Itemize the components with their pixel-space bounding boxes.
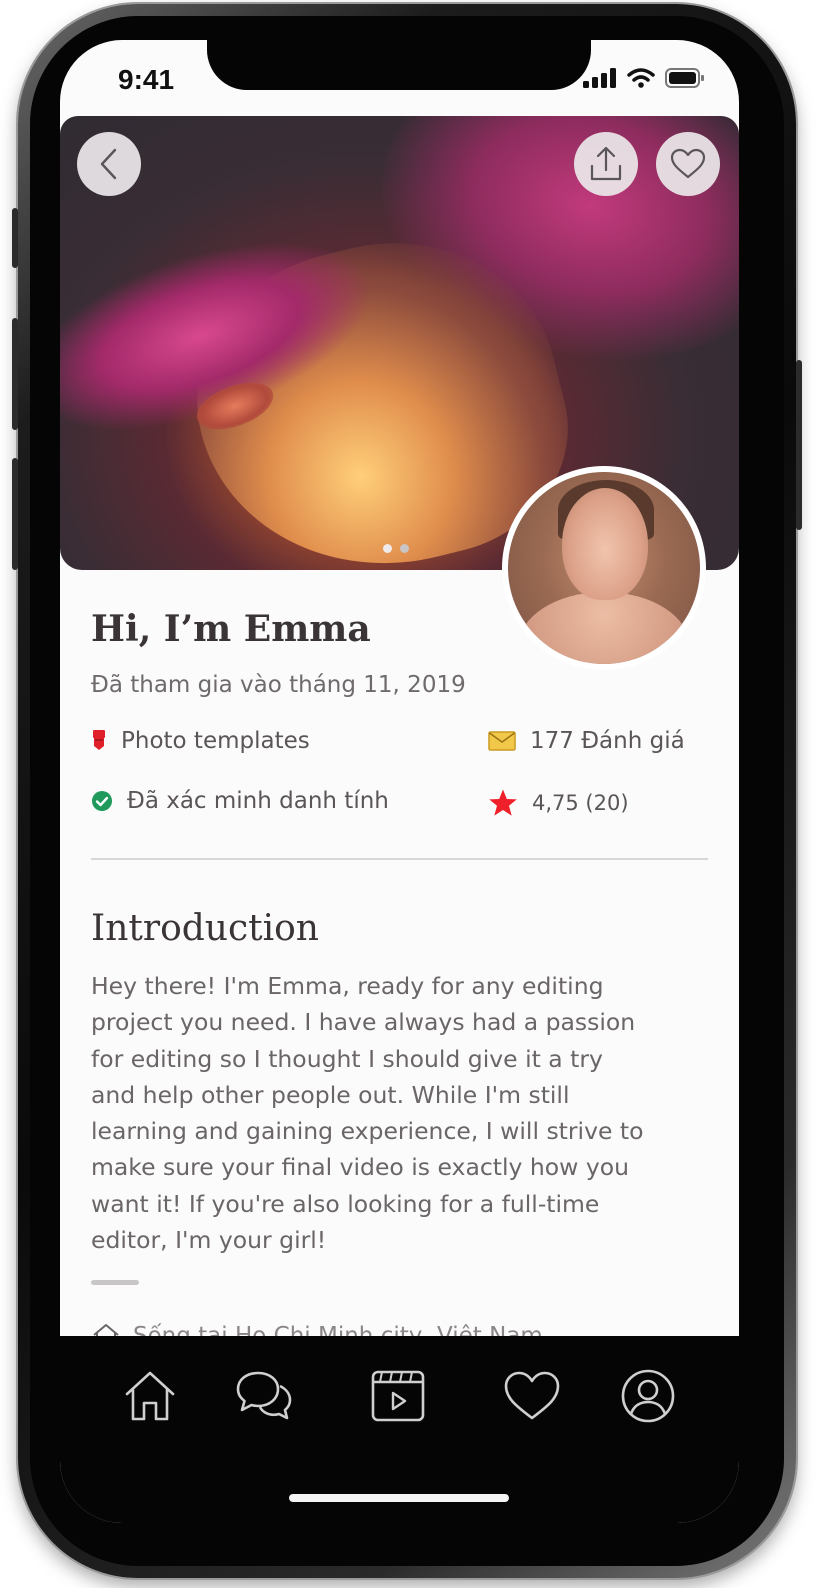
intro-line: want it! If you're also looking for a fu… — [91, 1189, 600, 1218]
intro-line: make sure your final video is exactly ho… — [91, 1153, 630, 1182]
envelope-icon — [488, 731, 516, 751]
share-icon — [590, 146, 622, 181]
introduction-title: Introduction — [91, 908, 319, 949]
volume-up-button — [12, 318, 18, 430]
back-button[interactable] — [77, 132, 141, 196]
home-indicator[interactable] — [289, 1494, 509, 1502]
section-divider — [91, 858, 708, 860]
tab-profile[interactable] — [618, 1366, 678, 1426]
tab-videos[interactable] — [368, 1366, 428, 1426]
tab-home[interactable] — [120, 1366, 180, 1426]
home-icon — [125, 1371, 175, 1421]
reviews-row[interactable]: 177 Đánh giá — [488, 728, 685, 754]
signal-icon — [583, 68, 616, 88]
wifi-icon — [627, 68, 655, 88]
heart-outline-icon — [670, 148, 706, 179]
intro-line: learning and gaining experience, I will … — [91, 1117, 644, 1146]
favorite-button[interactable] — [656, 132, 720, 196]
avatar[interactable] — [502, 466, 706, 670]
chevron-left-icon — [100, 148, 117, 180]
badge-icon — [93, 730, 105, 750]
power-button — [796, 360, 802, 530]
rating-row[interactable]: 4,75 (20) — [488, 788, 629, 818]
intro-line: editor, I'm your girl! — [91, 1226, 327, 1255]
section-separator — [91, 1280, 139, 1285]
heart-icon — [504, 1371, 560, 1420]
carousel-dot[interactable] — [383, 544, 392, 553]
chat-icon — [236, 1371, 292, 1420]
star-icon — [489, 789, 517, 816]
intro-line: Hey there! I'm Emma, ready for any editi… — [91, 972, 604, 1000]
category-label: Photo templates — [121, 728, 310, 754]
carousel-dot[interactable] — [400, 544, 409, 553]
rating-value: 4,75 (20) — [532, 791, 629, 815]
screen: 9:41 Hi, I’m Emma Đã tham gia vào tháng … — [60, 40, 739, 1523]
volume-down-button — [12, 458, 18, 570]
status-time: 9:41 — [118, 64, 175, 95]
introduction-text: Hey there! I'm Emma, ready for any editi… — [91, 968, 711, 1258]
joined-date: Đã tham gia vào tháng 11, 2019 — [91, 672, 466, 698]
profile-name: Hi, I’m Emma — [91, 608, 371, 650]
status-icons — [583, 68, 705, 88]
battery-icon — [665, 68, 704, 88]
category-row: Photo templates — [91, 728, 310, 754]
verified-check-icon — [92, 791, 112, 811]
tab-favorites[interactable] — [502, 1366, 562, 1426]
intro-line: for editing so I thought I should give i… — [91, 1044, 603, 1073]
mute-switch — [12, 208, 18, 268]
intro-line: project you need. I have always had a pa… — [91, 1008, 636, 1037]
reviews-count: 177 Đánh giá — [530, 728, 685, 754]
notch — [207, 40, 591, 90]
carousel-indicator — [383, 544, 409, 553]
verified-label: Đã xác minh danh tính — [127, 788, 389, 814]
profile-icon — [621, 1369, 675, 1423]
verified-row: Đã xác minh danh tính — [91, 788, 389, 814]
intro-line: and help other people out. While I'm sti… — [91, 1080, 570, 1109]
share-button[interactable] — [574, 132, 638, 196]
video-icon — [371, 1370, 425, 1422]
tab-messages[interactable] — [234, 1366, 294, 1426]
